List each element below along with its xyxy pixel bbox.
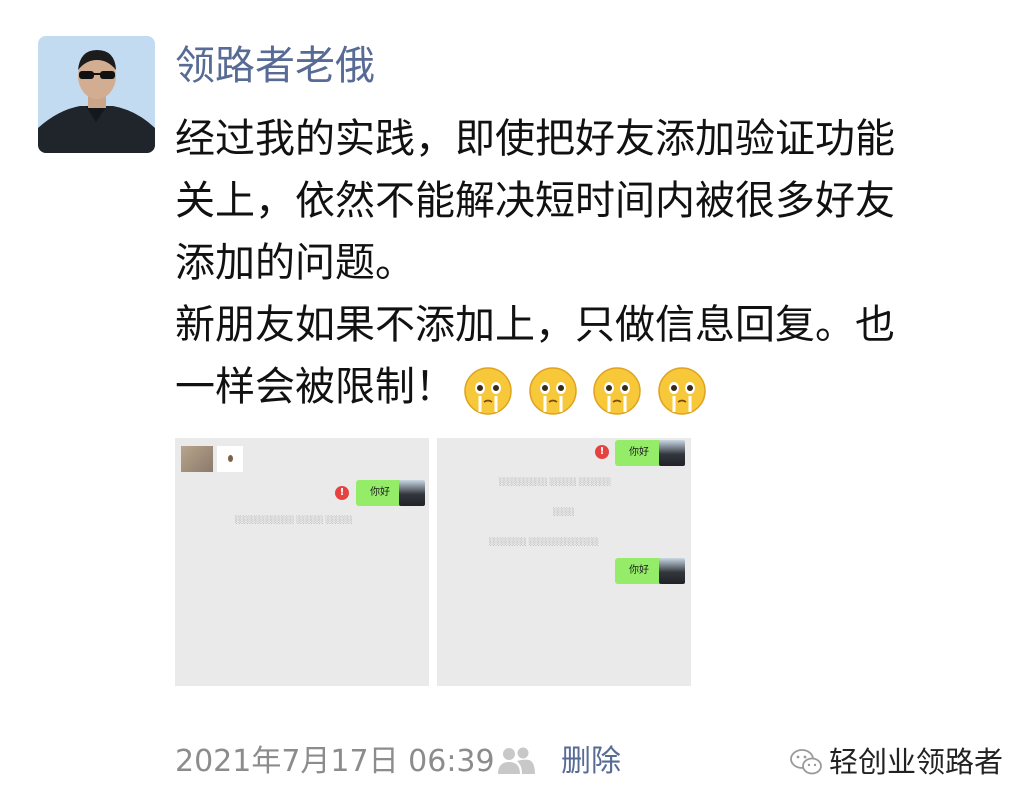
wechat-icon	[790, 749, 822, 775]
delete-button[interactable]: 删除	[561, 742, 621, 782]
message-bubble: 你好	[615, 558, 663, 584]
post-line: 添加的问题。	[175, 240, 415, 286]
post-text: 经过我的实践，即使把好友添加验证功能 关上，依然不能解决短时间内被很多好友 添加…	[175, 108, 975, 420]
post-line: 关上，依然不能解决短时间内被很多好友	[175, 178, 895, 224]
emoji-group	[463, 358, 709, 420]
system-notice: ░░░░░░░░░ ░░░░░ ░░░░░░	[499, 478, 612, 486]
contact-thumbnail	[217, 446, 243, 472]
post-line-text: 一样会被限制！	[175, 364, 455, 410]
tearful-face-emoji	[658, 367, 706, 415]
post-line: 经过我的实践，即使把好友添加验证功能	[175, 116, 895, 162]
post-timestamp: 2021年7月17日 06:39	[175, 744, 495, 779]
watermark: 轻创业领路者	[789, 742, 1003, 782]
tearful-face-emoji	[464, 367, 512, 415]
author-avatar[interactable]	[38, 36, 155, 153]
post-footer: 2021年7月17日 06:39 删除 轻创业领路者	[175, 736, 1003, 784]
system-notice: ░░░░░░░░░░░ ░░░░░ ░░░░░	[235, 516, 353, 524]
attached-image-2[interactable]: ! 你好 ░░░░░░░░░ ░░░░░ ░░░░░░ ░░░░ ░░░░░░░…	[437, 438, 691, 686]
author-name[interactable]: 领路者老俄	[175, 40, 375, 92]
red-exclamation-icon: !	[335, 486, 349, 500]
tearful-face-emoji	[528, 367, 577, 415]
system-notice: ░░░░	[553, 508, 575, 516]
tearful-face-emoji	[593, 367, 642, 415]
attached-image-1[interactable]: ! 你好 ░░░░░░░░░░░ ░░░░░ ░░░░░	[175, 438, 429, 686]
system-notice: ░░░░░░░ ░░░░░░░░░░░░░	[489, 538, 599, 546]
sender-avatar	[399, 480, 425, 506]
avatar-portrait	[38, 36, 155, 153]
message-bubble: 你好	[356, 480, 404, 506]
post-line: 新朋友如果不添加上，只做信息回复。也	[175, 302, 895, 348]
two-people-icon[interactable]	[495, 744, 537, 776]
sender-avatar	[659, 558, 685, 584]
watermark-text: 轻创业领路者	[829, 745, 1004, 779]
sender-avatar	[659, 440, 685, 466]
post-line-last: 一样会被限制！	[175, 356, 975, 420]
contact-thumbnail	[181, 446, 213, 472]
message-bubble: 你好	[615, 440, 663, 466]
red-exclamation-icon: !	[595, 445, 609, 459]
